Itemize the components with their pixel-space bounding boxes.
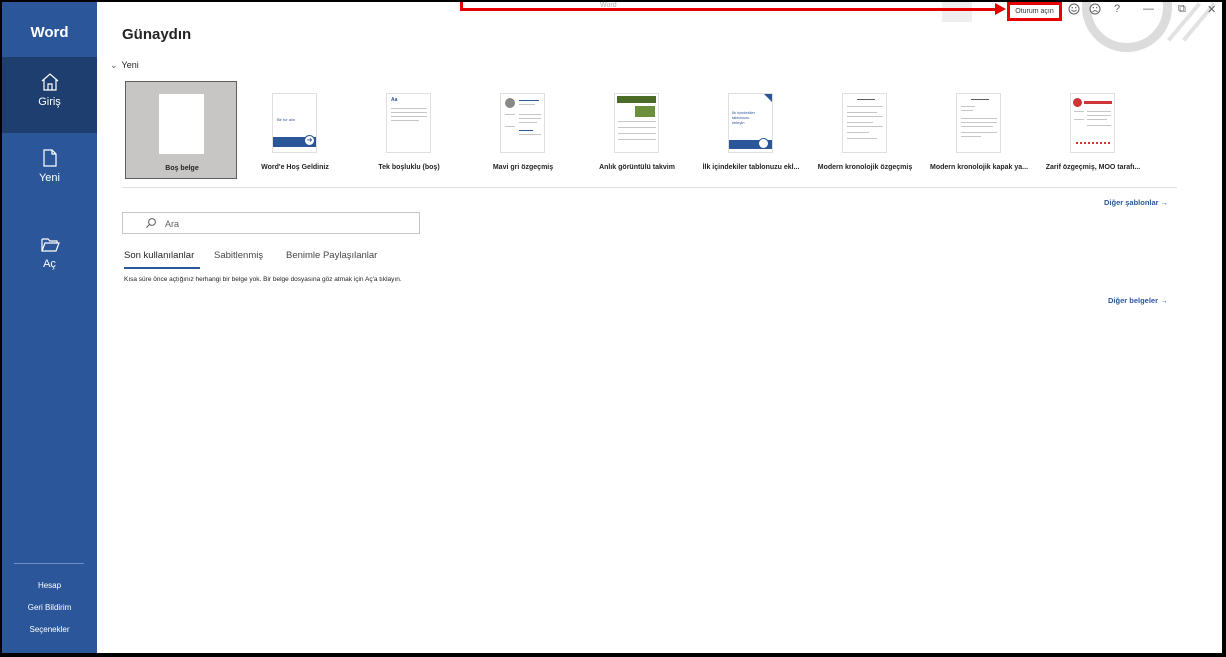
sidebar-item-home[interactable]: Giriş (2, 57, 97, 133)
sidebar-item-new[interactable]: Yeni (2, 133, 97, 209)
template-label: Tek boşluklu (boş) (378, 164, 440, 171)
tab-pinned[interactable]: Sabitlenmiş (214, 250, 263, 261)
template-blue-grey-resume[interactable]: Mavi gri özgeçmiş (467, 81, 579, 179)
tab-shared-with-me[interactable]: Benimle Paylaşılanlar (286, 250, 377, 261)
more-templates-link[interactable]: Diğer şablonlar → (1104, 198, 1168, 207)
smiley-feedback-icon[interactable] (1068, 3, 1080, 15)
tab-recent[interactable]: Son kullanılanlar (124, 250, 194, 261)
template-thumbnail (500, 93, 545, 153)
sidebar-item-feedback[interactable]: Geri Bildirim (2, 603, 97, 612)
template-single-spaced[interactable]: Aa Tek boşluklu (boş) (353, 81, 465, 179)
thumbnail-header (617, 96, 656, 103)
chevron-down-icon: ⌄ (110, 60, 118, 70)
help-button[interactable]: ? (1114, 3, 1120, 15)
page-title: Günaydın (122, 26, 192, 43)
template-label: Modern kronolojik kapak ya... (929, 164, 1029, 171)
thumbnail-image (635, 106, 655, 117)
thumbnail-badge (1073, 98, 1082, 107)
annotation-arrow (460, 8, 997, 11)
restore-button[interactable]: ⧉ (1178, 3, 1186, 16)
sidebar-item-label: Yeni (38, 172, 60, 184)
template-thumbnail (614, 93, 659, 153)
thumbnail-text: Aa (391, 97, 398, 103)
template-thumbnail (842, 93, 887, 153)
template-label: Zarif özgeçmiş, MOO tarafı... (1045, 164, 1141, 171)
search-box[interactable] (122, 212, 420, 234)
sidebar-item-options[interactable]: Seçenekler (2, 625, 97, 634)
open-folder-icon (40, 238, 60, 252)
template-elegant-resume[interactable]: Zarif özgeçmiş, MOO tarafı... (1037, 81, 1149, 179)
sidebar-item-label: Aç (43, 258, 56, 270)
template-welcome[interactable]: Bir tur alın ➜ Word'e Hoş Geldiniz (239, 81, 351, 179)
thumbnail-band (1084, 101, 1112, 104)
template-label: Anlık görüntülü takvim (599, 164, 675, 171)
thumbnail-text: Bir tur alın (277, 117, 296, 122)
more-documents-link[interactable]: Diğer belgeler → (1108, 296, 1168, 305)
template-label: Mavi gri özgeçmiş (492, 164, 554, 171)
sidebar-item-label: Giriş (38, 96, 61, 108)
close-button[interactable]: ✕ (1207, 3, 1216, 16)
template-thumbnail: Bir tur alın ➜ (272, 93, 317, 153)
home-icon (41, 73, 58, 91)
template-modern-chronological-cover-letter[interactable]: Modern kronolojik kapak ya... (923, 81, 1035, 179)
sidebar-divider (14, 563, 84, 564)
minimize-button[interactable]: — (1143, 3, 1154, 15)
template-thumbnail: Aa (386, 93, 431, 153)
template-thumbnail (1070, 93, 1115, 153)
template-blank-document[interactable]: Boş belge (125, 81, 237, 179)
sidebar-item-account[interactable]: Hesap (2, 581, 97, 590)
annotation-arrow-head (995, 3, 1006, 15)
search-icon (146, 218, 156, 228)
new-section-toggle[interactable]: ⌄ Yeni (110, 60, 139, 71)
plus-icon (758, 138, 769, 149)
section-divider (122, 187, 1177, 188)
template-snapshot-calendar[interactable]: Anlık görüntülü takvim (581, 81, 693, 179)
app-brand: Word (30, 24, 69, 41)
avatar (505, 98, 515, 108)
template-gallery: Boş belge Bir tur alın ➜ Word'e Hoş Geld… (122, 81, 1182, 183)
frown-feedback-icon[interactable] (1089, 3, 1101, 15)
template-thumbnail (159, 94, 204, 154)
template-thumbnail: İlk içindekiler tablonuzu ekleyin (728, 93, 773, 153)
new-document-icon (42, 149, 57, 167)
new-section-label: Yeni (121, 60, 139, 70)
titlebar-decoration (942, 2, 972, 22)
word-start-screen: Word Giriş Yeni Aç Hesap Geri Bildirim S… (2, 2, 1222, 653)
arrow-right-icon: ➜ (304, 135, 315, 146)
thumbnail-text: İlk içindekiler tablonuzu ekleyin (732, 110, 755, 125)
template-label: İlk içindekiler tablonuzu ekl... (702, 164, 800, 171)
thumbnail-markers (1076, 142, 1110, 144)
search-input[interactable] (165, 216, 405, 231)
template-table-of-contents[interactable]: İlk içindekiler tablonuzu ekleyin İlk iç… (695, 81, 807, 179)
empty-recent-message: Kısa süre önce açtığınız herhangi bir be… (124, 276, 402, 283)
template-label: Word'e Hoş Geldiniz (261, 164, 329, 171)
template-thumbnail (956, 93, 1001, 153)
active-tab-indicator (124, 267, 200, 269)
sidebar: Word Giriş Yeni Aç Hesap Geri Bildirim S… (2, 2, 97, 653)
sidebar-item-open[interactable]: Aç (2, 219, 97, 295)
template-modern-chronological-resume[interactable]: Modern kronolojik özgeçmiş (809, 81, 921, 179)
template-label: Modern kronolojik özgeçmiş (817, 164, 913, 171)
signin-button[interactable]: Oturum açın (1007, 2, 1062, 21)
thumbnail-corner (764, 94, 772, 104)
